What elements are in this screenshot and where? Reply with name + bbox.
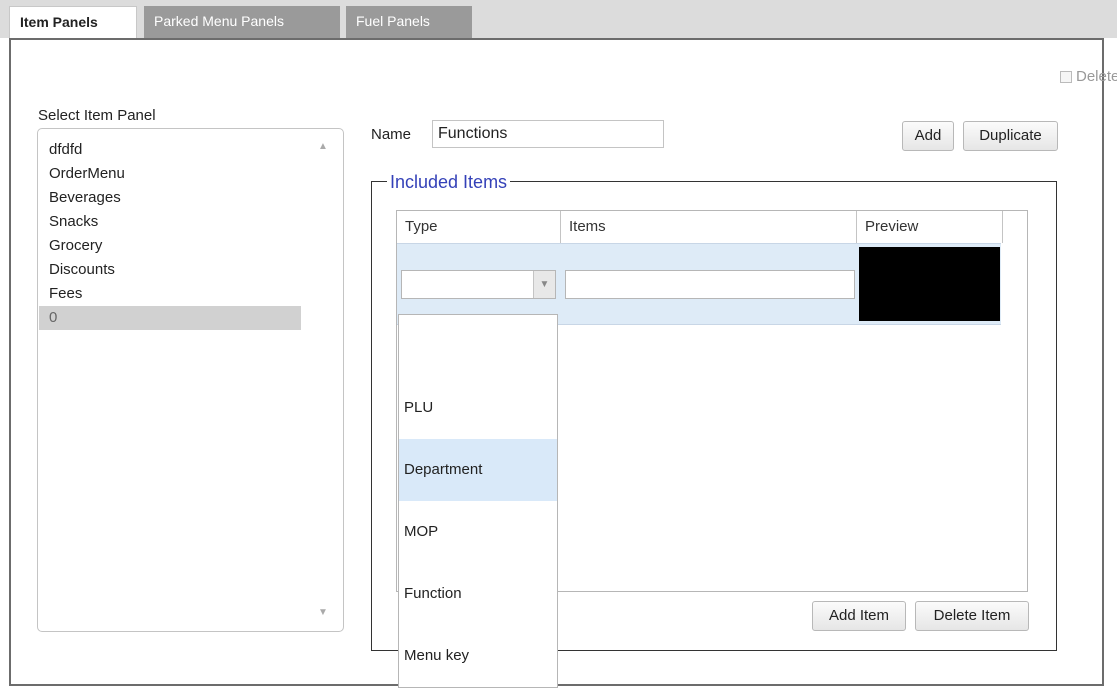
tab-fuel-panels[interactable]: Fuel Panels xyxy=(346,6,472,38)
scroll-up-arrow-icon[interactable]: ▲ xyxy=(318,141,328,152)
list-item[interactable]: Grocery xyxy=(39,234,301,258)
list-item[interactable]: Fees xyxy=(39,282,301,306)
add-button[interactable]: Add xyxy=(902,121,954,151)
add-item-button[interactable]: Add Item xyxy=(812,601,906,631)
delete-checkbox[interactable] xyxy=(1060,70,1072,83)
items-input[interactable] xyxy=(565,270,855,299)
duplicate-button[interactable]: Duplicate xyxy=(963,121,1058,151)
dropdown-option-function[interactable]: Function xyxy=(399,563,557,625)
included-items-legend: Included Items xyxy=(387,172,511,193)
delete-label: Delete xyxy=(1076,68,1117,85)
list-item-selected[interactable]: 0 xyxy=(39,306,301,330)
dropdown-option-blank[interactable] xyxy=(399,315,557,377)
column-header-preview[interactable]: Preview xyxy=(857,211,1003,243)
name-label: Name xyxy=(371,126,412,143)
select-item-panel-label: Select Item Panel xyxy=(38,107,156,124)
list-item[interactable]: dfdfd xyxy=(39,138,301,162)
name-input[interactable]: Functions xyxy=(432,120,664,148)
scroll-down-arrow-icon[interactable]: ▼ xyxy=(318,607,328,618)
column-header-type[interactable]: Type xyxy=(397,211,561,243)
table-row[interactable]: ▼ xyxy=(397,243,1001,325)
list-item[interactable]: OrderMenu xyxy=(39,162,301,186)
tab-bar: Item Panels Parked Menu Panels Fuel Pane… xyxy=(0,0,1117,38)
tab-parked-menu-panels[interactable]: Parked Menu Panels xyxy=(144,6,340,38)
tab-item-panels[interactable]: Item Panels xyxy=(9,6,137,38)
list-item[interactable]: Discounts xyxy=(39,258,301,282)
list-item[interactable]: Snacks xyxy=(39,210,301,234)
dropdown-option-mop[interactable]: MOP xyxy=(399,501,557,563)
dropdown-option-department[interactable]: Department xyxy=(399,439,557,501)
column-header-items[interactable]: Items xyxy=(561,211,857,243)
type-select[interactable]: ▼ xyxy=(401,270,556,299)
dropdown-option-menu-key[interactable]: Menu key xyxy=(399,625,557,687)
dropdown-option-plu[interactable]: PLU xyxy=(399,377,557,439)
preview-swatch xyxy=(859,247,1000,321)
delete-item-button[interactable]: Delete Item xyxy=(915,601,1029,631)
item-panel-list: dfdfd OrderMenu Beverages Snacks Grocery… xyxy=(39,138,301,330)
chevron-down-icon[interactable]: ▼ xyxy=(533,271,555,298)
list-item[interactable]: Beverages xyxy=(39,186,301,210)
item-panel-listbox[interactable]: dfdfd OrderMenu Beverages Snacks Grocery… xyxy=(37,128,344,632)
type-dropdown-list: PLU Department MOP Function Menu key xyxy=(398,314,558,688)
delete-checkbox-wrap[interactable]: Delete xyxy=(1060,68,1117,85)
